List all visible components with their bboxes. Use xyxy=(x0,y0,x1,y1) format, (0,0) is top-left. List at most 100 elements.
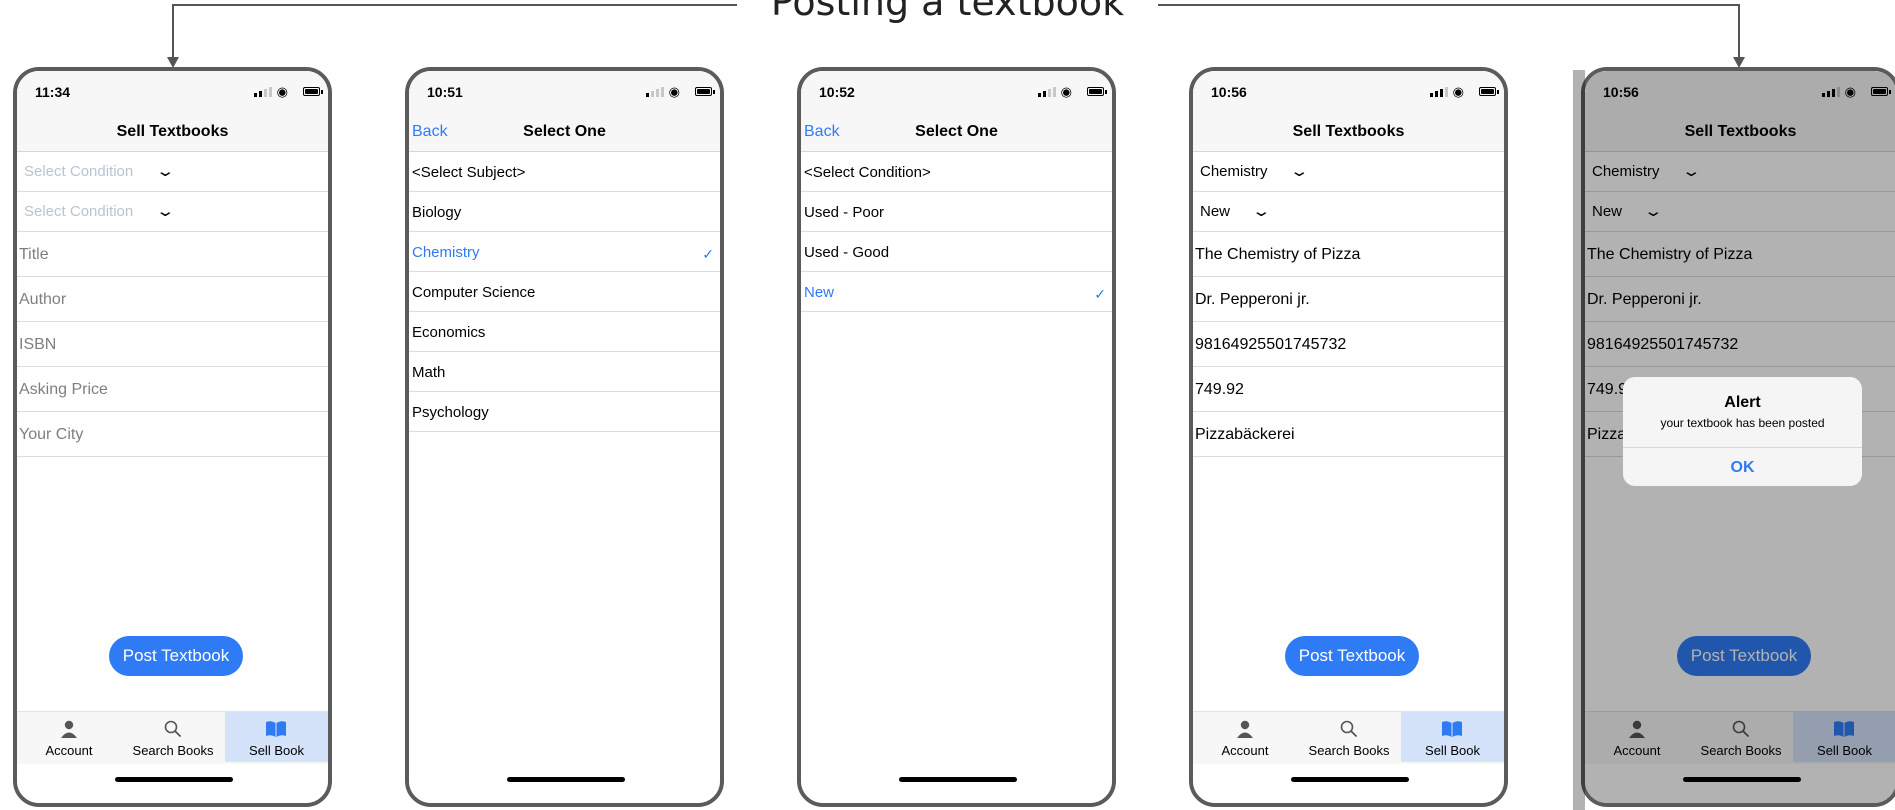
author-field-value: Dr. Pepperoni jr. xyxy=(1195,291,1310,308)
title-field-placeholder: Title xyxy=(19,246,49,263)
tab-account-label: Account xyxy=(45,743,93,758)
alert-message: your textbook has been posted xyxy=(1660,416,1825,430)
list-item-label: <Select Subject> xyxy=(412,164,526,181)
subject-picker[interactable]: Chemistry ⌄ xyxy=(1193,152,1504,192)
open-book-icon xyxy=(266,721,286,737)
magnifier-icon xyxy=(1340,720,1358,738)
post-textbook-button[interactable]: Post Textbook xyxy=(1285,636,1419,676)
tab-bar: Account Search Books Sell Book xyxy=(17,711,328,764)
tab-search-books-label: Search Books xyxy=(132,743,214,758)
price-field-value: 749.92 xyxy=(1195,381,1244,398)
post-textbook-button[interactable]: Post Textbook xyxy=(109,636,243,676)
wifi-icon: ◉ xyxy=(1060,84,1072,99)
nav-title: Select One xyxy=(523,123,606,140)
city-field-value: Pizzabäckerei xyxy=(1195,426,1295,443)
list-item[interactable]: Biology xyxy=(409,192,720,232)
author-field-placeholder: Author xyxy=(19,291,67,308)
signal-icon xyxy=(1430,87,1448,97)
alert-divider xyxy=(1623,447,1862,448)
list-item[interactable]: Economics xyxy=(409,312,720,352)
list-item[interactable]: Used - Good xyxy=(801,232,1112,272)
status-time: 10:52 xyxy=(819,84,855,100)
isbn-field-placeholder: ISBN xyxy=(19,336,57,353)
price-field[interactable]: Asking Price xyxy=(17,367,328,412)
list-item[interactable]: <Select Condition> xyxy=(801,152,1112,192)
list-item-label: Used - Poor xyxy=(804,204,885,221)
signal-icon xyxy=(646,87,664,97)
condition-picker[interactable]: Select Condition ⌄ xyxy=(17,192,328,232)
list-item-label: Math xyxy=(412,364,446,381)
list-item-label: Used - Good xyxy=(804,244,890,261)
chevron-down-icon: ⌄ xyxy=(1289,163,1310,180)
city-field[interactable]: Your City xyxy=(17,412,328,457)
alert-title: Alert xyxy=(1724,394,1761,411)
chevron-down-icon: ⌄ xyxy=(155,203,176,220)
wifi-icon: ◉ xyxy=(276,84,288,99)
list-item-label: Economics xyxy=(412,324,486,341)
title-field[interactable]: Title xyxy=(17,232,328,277)
title-field[interactable]: The Chemistry of Pizza xyxy=(1193,232,1504,277)
tab-sell-book[interactable]: Sell Book xyxy=(225,712,328,762)
tab-search-books[interactable]: Search Books xyxy=(1297,712,1401,762)
nav-bar: Back Select One xyxy=(409,111,720,152)
city-field[interactable]: Pizzabäckerei xyxy=(1193,412,1504,457)
tab-search-books[interactable]: Search Books xyxy=(121,712,225,762)
isbn-field[interactable]: 98164925501745732 xyxy=(1193,322,1504,367)
person-icon xyxy=(1237,720,1253,738)
subject-picker-value: Chemistry xyxy=(1200,163,1268,180)
phone-empty-form: 11:34 ◉ Sell Textbooks Select Condition … xyxy=(13,67,332,807)
battery-icon xyxy=(1479,87,1499,96)
list-item-label: Chemistry xyxy=(412,244,480,261)
alert-ok-button[interactable]: OK xyxy=(1623,459,1862,477)
subject-picker-placeholder: Select Condition xyxy=(24,163,134,180)
list-item-selected[interactable]: New ✓ xyxy=(801,272,1112,312)
status-time: 11:34 xyxy=(35,84,71,100)
author-field[interactable]: Author xyxy=(17,277,328,322)
alert-dialog: Alert your textbook has been posted OK xyxy=(1623,377,1862,486)
battery-icon xyxy=(695,87,715,96)
tab-sell-book[interactable]: Sell Book xyxy=(1401,712,1504,762)
wifi-icon: ◉ xyxy=(668,84,680,99)
list-item[interactable]: Psychology xyxy=(409,392,720,432)
screen: 10:51 ◉ Back Select One <Select Subject>… xyxy=(409,71,720,803)
condition-picker[interactable]: New ⌄ xyxy=(1193,192,1504,232)
author-field[interactable]: Dr. Pepperoni jr. xyxy=(1193,277,1504,322)
list-item-label: Computer Science xyxy=(412,284,536,301)
list-item[interactable]: <Select Subject> xyxy=(409,152,720,192)
checkmark-icon: ✓ xyxy=(1094,286,1106,302)
list-item[interactable]: Used - Poor xyxy=(801,192,1112,232)
signal-icon xyxy=(254,87,272,97)
headline: Posting a textbook xyxy=(0,0,1895,24)
price-field[interactable]: 749.92 xyxy=(1193,367,1504,412)
status-time: 10:51 xyxy=(427,84,463,100)
headline-text: Posting a textbook xyxy=(736,0,1159,24)
nav-bar: Sell Textbooks xyxy=(17,111,328,152)
list-item-selected[interactable]: Chemistry ✓ xyxy=(409,232,720,272)
person-icon xyxy=(61,720,77,738)
chevron-down-icon: ⌄ xyxy=(155,163,176,180)
list-item-label: <Select Condition> xyxy=(804,164,931,181)
screen: 10:56 ◉ Sell Textbooks Chemistry ⌄ New ⌄… xyxy=(1193,71,1504,803)
list-item-label: Psychology xyxy=(412,404,489,421)
nav-title: Sell Textbooks xyxy=(1292,123,1405,140)
screen: 11:34 ◉ Sell Textbooks Select Condition … xyxy=(17,71,328,803)
phone-select-subject: 10:51 ◉ Back Select One <Select Subject>… xyxy=(405,67,724,807)
subject-picker[interactable]: Select Condition ⌄ xyxy=(17,152,328,192)
checkmark-icon: ✓ xyxy=(702,246,714,262)
city-field-placeholder: Your City xyxy=(19,426,84,443)
condition-picker-placeholder: Select Condition xyxy=(24,203,134,220)
tab-sell-book-label: Sell Book xyxy=(1425,743,1480,758)
tab-search-books-label: Search Books xyxy=(1308,743,1390,758)
chevron-down-icon: ⌄ xyxy=(1251,203,1272,220)
home-indicator xyxy=(1291,777,1409,782)
nav-bar: Sell Textbooks xyxy=(1193,111,1504,152)
nav-title: Select One xyxy=(915,123,998,140)
tab-account[interactable]: Account xyxy=(17,712,121,762)
isbn-field[interactable]: ISBN xyxy=(17,322,328,367)
phone-filled-form: 10:56 ◉ Sell Textbooks Chemistry ⌄ New ⌄… xyxy=(1189,67,1508,807)
list-item[interactable]: Computer Science xyxy=(409,272,720,312)
price-field-placeholder: Asking Price xyxy=(19,381,108,398)
tab-account[interactable]: Account xyxy=(1193,712,1297,762)
list-item[interactable]: Math xyxy=(409,352,720,392)
screen: 10:56 ◉ Sell Textbooks Chemistry ⌄ New ⌄… xyxy=(1585,71,1895,803)
